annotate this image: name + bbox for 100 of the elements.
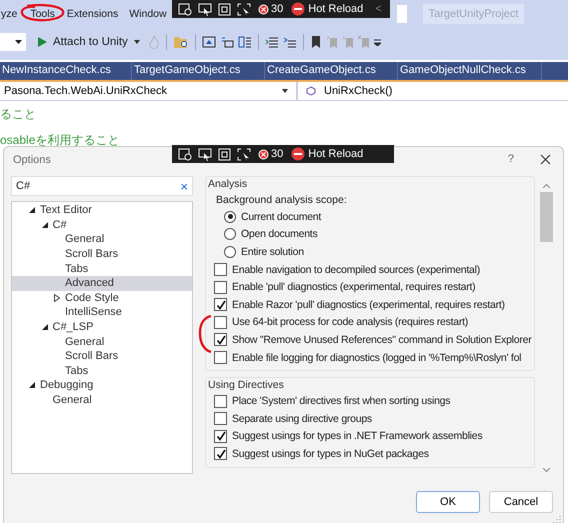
search-value: C#	[16, 180, 30, 192]
tree-item[interactable]: General	[12, 232, 192, 247]
outdent-icon[interactable]	[282, 35, 297, 49]
error-count[interactable]: 30	[257, 2, 284, 16]
checkbox[interactable]	[214, 280, 227, 294]
cursor-icon[interactable]	[198, 148, 212, 160]
checkmark-icon	[216, 334, 226, 345]
radio-button[interactable]	[224, 210, 236, 223]
scrollbar-thumb[interactable]	[540, 192, 552, 242]
checkbox-label: Separate using directive groups	[232, 412, 372, 425]
expanded-triangle-icon	[42, 324, 48, 330]
menu-item[interactable]: Window	[129, 8, 167, 20]
window-icon[interactable]	[202, 35, 216, 49]
expanded-triangle-icon	[29, 382, 35, 388]
panel-icon[interactable]	[220, 35, 234, 49]
cursor-icon[interactable]	[198, 2, 212, 16]
play-icon	[38, 37, 47, 47]
file-tab[interactable]: GameObjectNullCheck.cs	[398, 62, 542, 80]
indent-icon[interactable]	[264, 35, 279, 49]
tree-item[interactable]: Scroll Bars	[12, 348, 192, 364]
checkbox[interactable]	[214, 447, 227, 460]
checkbox-label: Enable navigation to decompiled sources (experimental)	[232, 264, 480, 276]
checkbox[interactable]	[214, 412, 227, 426]
bookmark-icon[interactable]	[310, 35, 322, 49]
checkmark-icon	[216, 431, 226, 442]
checkbox[interactable]	[214, 263, 227, 276]
tree-item[interactable]: General	[12, 334, 192, 349]
close-icon[interactable]	[540, 154, 551, 164]
help-button[interactable]: ?	[508, 153, 514, 165]
radio-label: Entire solution	[241, 246, 304, 258]
error-icon	[257, 2, 270, 16]
checkbox[interactable]	[214, 316, 227, 329]
tree-item[interactable]: Advanced	[12, 276, 192, 291]
tree-item[interactable]: Scroll Bars	[12, 246, 192, 262]
radio-button[interactable]	[224, 246, 236, 258]
hot-reload-button[interactable]: Hot Reload	[291, 2, 364, 16]
checkbox[interactable]	[214, 394, 227, 408]
collapse-button[interactable]: <	[375, 3, 382, 15]
scroll-down-icon[interactable]	[542, 468, 550, 472]
frame-icon[interactable]	[218, 2, 231, 16]
settings-window-icon[interactable]	[178, 2, 192, 16]
folder-search-icon[interactable]	[172, 35, 189, 49]
configuration-dropdown[interactable]	[0, 33, 26, 51]
menu-item[interactable]: yze	[1, 8, 18, 20]
search-field[interactable]	[396, 5, 407, 23]
setting-label: Background analysis scope:	[216, 192, 348, 208]
options-search-field[interactable]: C# ×	[11, 176, 193, 196]
frame-icon[interactable]	[218, 148, 231, 160]
tree-item[interactable]: General	[12, 392, 192, 408]
checkbox-label: Suggest usings for types in NuGet packages	[232, 448, 429, 460]
attach-button[interactable]: Attach to Unity	[30, 36, 144, 48]
resize-grip-icon[interactable]	[553, 515, 561, 523]
select-element-icon[interactable]	[237, 2, 251, 16]
menu-item[interactable]: Tools	[30, 8, 55, 20]
columns-icon[interactable]	[238, 35, 252, 49]
member-dropdown[interactable]: UniRxCheck()	[298, 82, 392, 100]
error-count[interactable]: 30	[257, 148, 284, 160]
checkbox[interactable]	[214, 430, 227, 443]
menu-item[interactable]: Extensions	[66, 8, 118, 20]
hot-reload-button[interactable]: Hot Reload	[291, 147, 364, 161]
checkbox-label: Show "Remove Unused References" command in Solution Explorer	[232, 334, 532, 346]
tree-item[interactable]: Text Editor	[12, 203, 192, 218]
settings-window-icon[interactable]	[178, 148, 192, 160]
tree-item[interactable]: C#	[12, 218, 192, 232]
tree-item[interactable]: Debugging	[12, 378, 192, 393]
group-title: Using Directives	[208, 379, 285, 392]
file-tab[interactable]: NewInstanceCheck.cs	[0, 62, 132, 80]
checkmark-icon	[216, 448, 226, 459]
overflow-icon[interactable]	[374, 38, 381, 46]
checkbox-label: Enable 'pull' diagnostics (experimental, requires restart)	[232, 281, 476, 294]
expanded-triangle-icon	[42, 222, 48, 228]
checkbox[interactable]	[214, 298, 227, 312]
checkbox[interactable]	[214, 333, 227, 346]
stop-icon	[291, 147, 306, 161]
checkbox[interactable]	[214, 351, 227, 364]
group-title: Analysis	[208, 178, 248, 190]
tree-item[interactable]: Tabs	[12, 364, 192, 378]
checkmark-icon	[216, 300, 226, 310]
scroll-up-icon[interactable]	[542, 184, 550, 188]
error-icon	[257, 148, 270, 160]
tree-item[interactable]: Tabs	[12, 261, 192, 276]
clear-search-button[interactable]: ×	[180, 178, 188, 194]
tree-item[interactable]: Code Style	[12, 290, 192, 306]
type-dropdown[interactable]: Pasona.Tech.WebAi.UniRxCheck	[0, 82, 298, 100]
checkbox-label: Enable Razor 'pull' diagnostics (experimental, requires restart)	[232, 298, 505, 311]
radio-button[interactable]	[224, 228, 236, 240]
collapsed-triangle-icon	[54, 294, 60, 302]
file-tab[interactable]: CreateGameObject.cs	[265, 62, 398, 80]
file-tab[interactable]: TargetGameObject.cs	[132, 62, 265, 80]
code-comment: osableを利用すること	[0, 132, 120, 149]
stop-icon	[291, 2, 306, 16]
select-element-icon[interactable]	[237, 148, 251, 160]
dialog-button[interactable]: OK	[416, 491, 480, 513]
caret-icon	[282, 89, 288, 93]
checkbox-label: Suggest usings for types in .NET Framework assemblies	[232, 430, 482, 442]
tree-item[interactable]: C#_LSP	[12, 320, 192, 334]
dialog-button[interactable]: Cancel	[489, 491, 553, 513]
cube-icon	[306, 86, 316, 96]
expanded-triangle-icon	[29, 207, 35, 214]
tree-item[interactable]: IntelliSense	[12, 305, 192, 320]
